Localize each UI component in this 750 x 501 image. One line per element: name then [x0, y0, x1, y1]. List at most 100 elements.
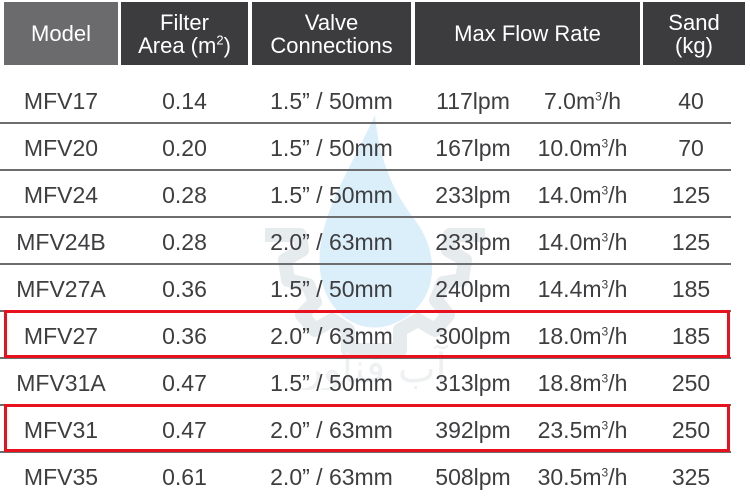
cell-flow-m3h-value: 23.5m: [537, 417, 602, 443]
row-divider: [0, 263, 731, 265]
cell-valve-connection: 1.5” / 50mm: [252, 266, 411, 312]
cell-valve-connection-value: 1.5” / 50mm: [270, 135, 393, 161]
cell-sand-value: 250: [671, 370, 711, 396]
cell-valve-connection: 2.0” / 63mm: [252, 454, 411, 500]
unit-suffix: /h: [608, 276, 628, 302]
cell-sand-value: 40: [678, 88, 704, 114]
cell-flow-lpm-value: 233lpm: [435, 229, 511, 255]
cell-filter-area: 0.47: [121, 360, 248, 406]
unit-suffix: /h: [608, 464, 628, 490]
cell-filter-area: 0.61: [121, 454, 248, 500]
cell-model: MFV20: [4, 125, 118, 171]
cell-valve-connection: 2.0” / 63mm: [252, 313, 411, 359]
header-filter-area-line2: Area (m2): [138, 32, 231, 58]
cell-flow-lpm: 508lpm: [418, 454, 528, 500]
cell-filter-area-value: 0.28: [162, 229, 207, 255]
cell-flow-m3h: 14.0m3/h: [525, 172, 640, 218]
cell-valve-connection-value: 1.5” / 50mm: [270, 182, 393, 208]
table-row: MFV31A 0.47 1.5” / 50mm 313lpm 18.8m3/h 250: [0, 360, 750, 407]
table-row: MFV35 0.61 2.0” / 63mm 508lpm 30.5m3/h 325: [0, 454, 750, 501]
cell-model: MFV31: [4, 407, 118, 453]
header-valve-line2: Connections: [270, 32, 393, 58]
cell-model: MFV35: [4, 454, 118, 500]
cell-model: MFV31A: [4, 360, 118, 406]
header-sand-line2: (kg): [675, 32, 713, 58]
header-model: Model: [4, 2, 118, 65]
cell-filter-area: 0.36: [121, 313, 248, 359]
cell-filter-area: 0.36: [121, 266, 248, 312]
cell-flow-lpm: 240lpm: [418, 266, 528, 312]
cell-sand: 70: [643, 125, 739, 171]
cell-model-value: MFV31: [23, 417, 99, 443]
cell-flow-m3h: 18.0m3/h: [525, 313, 640, 359]
cell-filter-area: 0.20: [121, 125, 248, 171]
cell-flow-lpm-value: 508lpm: [435, 464, 511, 490]
cell-flow-m3h-value: 10.0m: [537, 135, 602, 161]
header-sand: Sand (kg): [643, 2, 745, 65]
cell-flow-lpm-value: 240lpm: [435, 276, 511, 302]
cell-sand-value: 325: [671, 464, 711, 490]
cell-sand-value: 185: [671, 323, 711, 349]
cell-sand-value: 125: [671, 182, 711, 208]
row-divider: [0, 122, 731, 124]
cell-model-value: MFV31A: [16, 370, 106, 396]
cell-filter-area: 0.28: [121, 172, 248, 218]
cell-flow-m3h: 7.0m3/h: [525, 78, 640, 124]
cell-sand-value: 70: [678, 135, 704, 161]
cell-model-value: MFV35: [23, 464, 99, 490]
table-row: MFV31 0.47 2.0” / 63mm 392lpm 23.5m3/h 250: [0, 407, 750, 454]
cell-model: MFV27: [4, 313, 118, 359]
cell-filter-area: 0.14: [121, 78, 248, 124]
cell-model-value: MFV24: [23, 182, 99, 208]
header-flow-label: Max Flow Rate: [454, 21, 601, 46]
cell-sand: 250: [643, 407, 739, 453]
header-filter-area-text: Area (m: [138, 32, 217, 58]
cell-filter-area: 0.47: [121, 407, 248, 453]
unit-suffix: /h: [608, 182, 628, 208]
cell-model-value: MFV20: [23, 135, 99, 161]
cell-valve-connection-value: 2.0” / 63mm: [270, 229, 393, 255]
cell-sand: 40: [643, 78, 739, 124]
cell-model: MFV24: [4, 172, 118, 218]
cell-flow-m3h: 30.5m3/h: [525, 454, 640, 500]
unit-suffix: /h: [608, 135, 628, 161]
cell-flow-m3h: 23.5m3/h: [525, 407, 640, 453]
cell-flow-lpm: 300lpm: [418, 313, 528, 359]
row-divider: [0, 404, 731, 406]
cell-model: MFV17: [4, 78, 118, 124]
header-sand-label: Sand (kg): [668, 11, 719, 57]
cell-filter-area-value: 0.14: [162, 88, 207, 114]
table-row: MFV17 0.14 1.5” / 50mm 117lpm 7.0m3/h 40: [0, 78, 750, 125]
cell-flow-lpm-value: 300lpm: [435, 323, 511, 349]
table-row: MFV27A 0.36 1.5” / 50mm 240lpm 14.4m3/h 185: [0, 266, 750, 313]
header-model-label: Model: [31, 21, 91, 46]
cell-flow-m3h-value: 14.4m: [537, 276, 602, 302]
cell-flow-m3h-value: 18.8m: [537, 370, 602, 396]
cell-valve-connection-value: 2.0” / 63mm: [270, 417, 393, 443]
cell-flow-lpm-value: 233lpm: [435, 182, 511, 208]
cell-model-value: MFV17: [23, 88, 99, 114]
cell-filter-area-value: 0.36: [162, 276, 207, 302]
header-valve-label: Valve Connections: [270, 11, 392, 57]
header-filter-area-line1: Filter: [160, 9, 209, 35]
cell-valve-connection-value: 2.0” / 63mm: [270, 464, 393, 490]
cell-flow-lpm-value: 117lpm: [436, 88, 510, 114]
unit-suffix: /h: [608, 370, 628, 396]
cell-filter-area-value: 0.61: [162, 464, 207, 490]
row-divider: [0, 357, 731, 359]
cell-valve-connection: 2.0” / 63mm: [252, 219, 411, 265]
unit-suffix: /h: [601, 88, 621, 114]
cell-flow-lpm-value: 167lpm: [435, 135, 511, 161]
cell-sand-value: 185: [671, 276, 711, 302]
cell-flow-m3h-value: 7.0m: [543, 88, 596, 114]
cell-flow-m3h-value: 14.0m: [537, 182, 602, 208]
row-divider: [0, 451, 731, 453]
cell-flow-m3h: 14.0m3/h: [525, 219, 640, 265]
cell-filter-area: 0.28: [121, 219, 248, 265]
cell-flow-lpm: 233lpm: [418, 172, 528, 218]
cell-flow-m3h: 18.8m3/h: [525, 360, 640, 406]
unit-suffix: /h: [608, 417, 628, 443]
header-filter-area: Filter Area (m2): [121, 2, 248, 65]
cell-sand: 185: [643, 313, 739, 359]
cell-filter-area-value: 0.47: [162, 417, 207, 443]
